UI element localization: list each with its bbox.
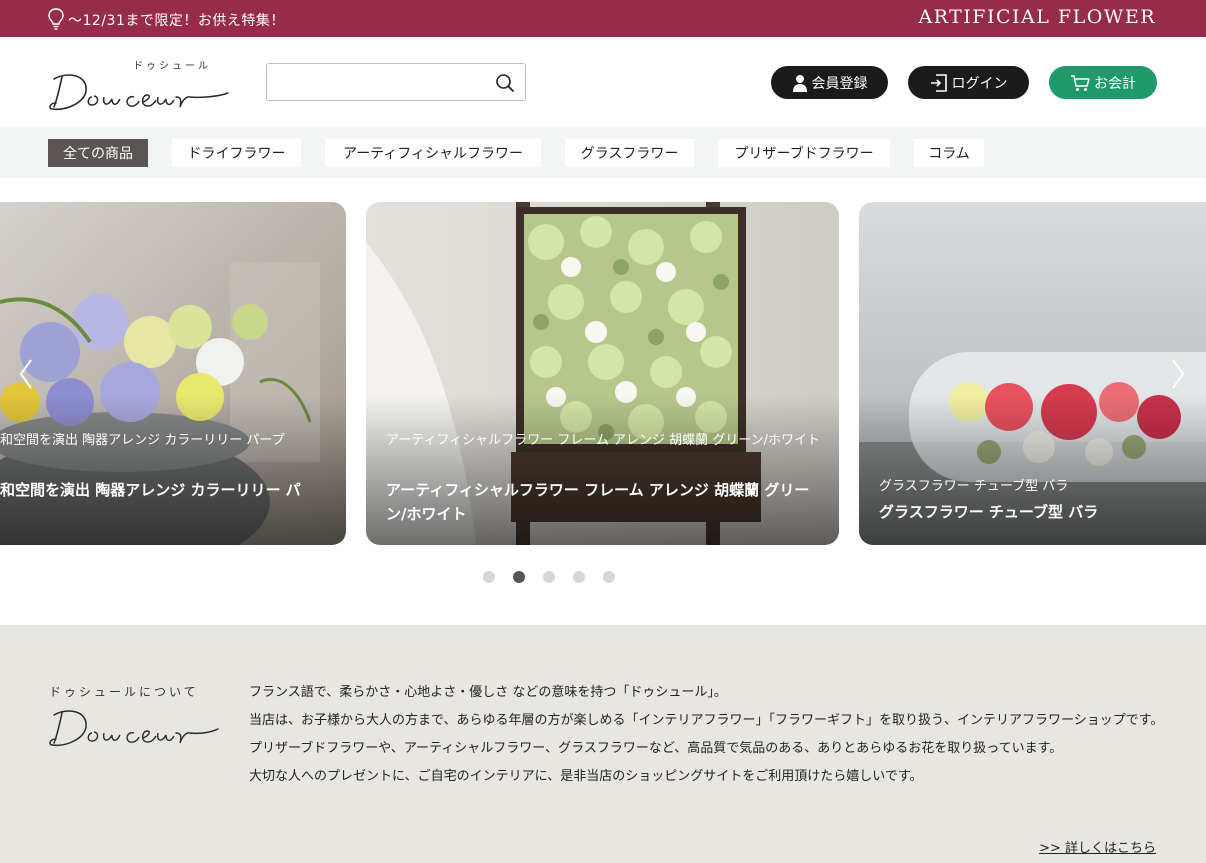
site-logo[interactable]: ドゥシュール — [48, 55, 233, 117]
carousel-slide[interactable]: 和空間を演出 陶器アレンジ カラーリリー パープ 和空間を演出 陶器アレンジ カ… — [0, 202, 346, 545]
category-tab-all[interactable]: 全ての商品 — [48, 139, 148, 167]
category-nav: 全ての商品 ドライフラワー アーティフィシャルフラワー グラスフラワー プリザー… — [0, 127, 1206, 178]
search-box[interactable] — [266, 63, 526, 101]
about-paragraph: 当店は、お子様から大人の方まで、あらゆる年層の方が楽しめる「インテリアフラワー」… — [249, 713, 1164, 728]
about-section: ドゥシュールについて フランス語で、柔らかさ・心地よさ・優しさ などの意味を持つ… — [0, 625, 1206, 863]
top-banner: ～12/31まで限定！お供え特集！ ARTIFICIAL FLOWER — [0, 0, 1206, 37]
slide-subtitle: アーティフィシャルフラワー フレーム アレンジ 胡蝶蘭 グリーン/ホワイト — [386, 433, 821, 448]
checkout-button[interactable]: お会計 — [1049, 66, 1157, 99]
carousel-prev-arrow-icon[interactable] — [18, 358, 34, 390]
lightbulb-icon — [48, 8, 64, 30]
login-icon — [930, 73, 947, 92]
about-more-link[interactable]: >> 詳しくはこちら — [1039, 837, 1156, 856]
pagination-dot[interactable] — [543, 571, 555, 583]
search-input[interactable] — [275, 70, 490, 94]
promo-text[interactable]: ～12/31まで限定！お供え特集！ — [68, 10, 285, 30]
brand-tagline: ARTIFICIAL FLOWER — [918, 6, 1156, 28]
slide-title: アーティフィシャルフラワー フレーム アレンジ 胡蝶蘭 グリーン/ホワイト — [386, 481, 810, 523]
carousel-pagination — [483, 571, 615, 583]
checkout-label: お会計 — [1094, 75, 1136, 92]
search-icon[interactable] — [495, 73, 515, 93]
category-tab-artificial-flower[interactable]: アーティフィシャルフラワー — [325, 139, 541, 167]
pagination-dot[interactable] — [483, 571, 495, 583]
register-label: 会員登録 — [811, 75, 868, 92]
slide-overlay — [0, 395, 346, 545]
register-button[interactable]: 会員登録 — [771, 66, 888, 99]
carousel-slide[interactable]: グラスフラワー チューブ型 バラ グラスフラワー チューブ型 バラ — [859, 202, 1206, 545]
about-description: フランス語で、柔らかさ・心地よさ・優しさ などの意味を持つ「ドゥシュール」。 当… — [249, 679, 1169, 791]
slide-subtitle: グラスフラワー チューブ型 バラ — [879, 479, 1069, 494]
cart-icon — [1071, 74, 1090, 91]
about-paragraph: 大切な人へのプレゼントに、ご自宅のインテリアに、是非当店のショッピングサイトをご… — [249, 769, 923, 784]
slide-subtitle: 和空間を演出 陶器アレンジ カラーリリー パープ — [0, 433, 285, 448]
user-icon — [792, 74, 807, 92]
site-header: ドゥシュール 会員登録 ログイン お会計 — [0, 37, 1206, 127]
category-tab-glass-flower[interactable]: グラスフラワー — [565, 139, 694, 167]
about-logo-script-mark — [49, 710, 219, 747]
about-paragraph: プリザーブドフラワーや、アーティシャルフラワー、グラスフラワーなど、高品質で気品… — [249, 741, 1063, 756]
pagination-dot-active[interactable] — [513, 571, 525, 583]
login-label: ログイン — [951, 75, 1008, 92]
slide-title: 和空間を演出 陶器アレンジ カラーリリー パ — [0, 481, 301, 499]
carousel-slide[interactable]: アーティフィシャルフラワー フレーム アレンジ 胡蝶蘭 グリーン/ホワイト アー… — [366, 202, 839, 545]
about-paragraph: フランス語で、柔らかさ・心地よさ・優しさ などの意味を持つ「ドゥシュール」。 — [249, 685, 727, 700]
about-label: ドゥシュールについて — [49, 685, 199, 699]
category-tab-column[interactable]: コラム — [914, 139, 984, 167]
login-button[interactable]: ログイン — [908, 66, 1029, 99]
slide-title: グラスフラワー チューブ型 バラ — [879, 503, 1099, 521]
carousel-next-arrow-icon[interactable] — [1170, 358, 1186, 390]
logo-script-mark — [49, 74, 229, 111]
category-tab-preserved-flower[interactable]: プリザーブドフラワー — [718, 139, 890, 167]
category-tab-dry-flower[interactable]: ドライフラワー — [172, 139, 301, 167]
pagination-dot[interactable] — [573, 571, 585, 583]
product-carousel: 和空間を演出 陶器アレンジ カラーリリー パープ 和空間を演出 陶器アレンジ カ… — [0, 178, 1206, 625]
pagination-dot[interactable] — [603, 571, 615, 583]
